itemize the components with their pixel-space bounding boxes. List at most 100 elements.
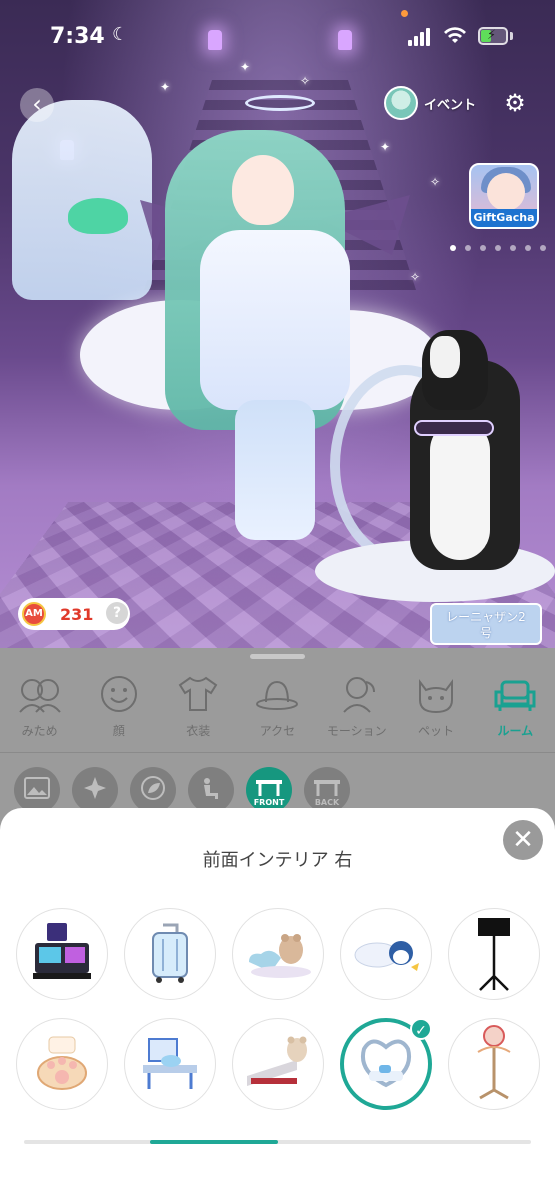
heart-cushion-teddy-icon [241, 922, 315, 986]
scroll-thumb[interactable] [150, 1140, 278, 1144]
toolbar-divider [0, 752, 555, 753]
picture-icon [24, 777, 50, 803]
leaf-icon [140, 775, 166, 805]
category-tab-faces[interactable]: みため [0, 672, 79, 750]
category-tab-smile[interactable]: 顔 [79, 672, 158, 750]
battery-icon: ⚡ [478, 27, 508, 45]
interior-item[interactable] [340, 908, 432, 1000]
cellular-signal-icon [408, 28, 432, 46]
event-button[interactable]: イベント [384, 86, 476, 120]
gift-gacha-label: GiftGacha [471, 209, 537, 227]
category-tab-hat[interactable]: アクセ [238, 672, 317, 750]
shirt-icon [159, 672, 238, 716]
currency-display: AM 231 ? [18, 598, 130, 630]
room-subcategory-tabs: FRONT BACK [14, 767, 350, 813]
panel-grip-handle[interactable] [250, 654, 305, 659]
blue-desk-icon [135, 1027, 205, 1101]
interior-item[interactable] [124, 908, 216, 1000]
category-label: みため [21, 724, 58, 738]
smile-icon [79, 672, 158, 716]
subtab-picture[interactable] [14, 767, 60, 813]
back-button[interactable]: ‹ [20, 88, 54, 122]
subtab-table-back[interactable]: BACK [304, 767, 350, 813]
interior-item[interactable] [124, 1018, 216, 1110]
subtab-tag: FRONT [253, 798, 285, 807]
teddy-bench-icon [241, 1032, 315, 1096]
interior-item[interactable] [232, 908, 324, 1000]
cat-icon [396, 672, 475, 716]
sheet-title: 前面インテリア 右 [202, 850, 353, 871]
category-label: 顔 [112, 724, 125, 738]
help-button[interactable]: ? [106, 602, 128, 624]
gift-gacha-banner[interactable]: GiftGacha [469, 163, 539, 229]
subtab-chair[interactable] [188, 767, 234, 813]
avatar-dress [200, 230, 350, 410]
sofa-icon [476, 672, 555, 716]
faces-icon [0, 672, 79, 716]
heart-vanity-icon [351, 1027, 421, 1101]
sparkle: ✦ [160, 80, 171, 94]
status-time: 7:34 [50, 24, 105, 49]
dog-collar [414, 420, 494, 436]
banner-page-dots [450, 245, 555, 251]
dog-muzzle [430, 336, 460, 378]
interior-item[interactable] [448, 908, 540, 1000]
category-label: ペット [418, 724, 455, 738]
pose-icon [317, 672, 396, 716]
category-tabs: みため 顔 衣装 アクセ モーション ペット ルーム [0, 672, 555, 750]
privacy-indicator [401, 10, 408, 17]
category-label: アクセ [259, 724, 296, 738]
suitcase-icon [135, 917, 205, 991]
category-tab-pose[interactable]: モーション [317, 672, 396, 750]
event-avatar [384, 86, 418, 120]
close-button[interactable]: ✕ [503, 820, 543, 860]
gear-icon[interactable]: ⚙ [502, 90, 528, 116]
subtab-leaf[interactable] [130, 767, 176, 813]
pet-name-line1: レーニャザン2 [446, 610, 526, 624]
category-label: モーション [326, 724, 387, 738]
pet-name-tag[interactable]: レーニャザン2 号 [430, 603, 542, 645]
coin-icon: AM [22, 602, 46, 626]
gift-character-face [487, 173, 525, 211]
game-console-icon [27, 917, 97, 991]
subtab-table-front[interactable]: FRONT [246, 767, 292, 813]
chair-icon [198, 775, 224, 805]
music-stand-icon [464, 912, 524, 996]
battery-tip [510, 32, 513, 40]
sparkle: ✧ [300, 74, 311, 88]
subtab-sparkle[interactable] [72, 767, 118, 813]
interior-picker-sheet: 前面インテリア 右 ✕ ✓ [0, 808, 555, 1200]
interior-item-grid: ✓ [16, 908, 540, 1110]
avatar-legs [235, 400, 315, 540]
interior-item[interactable]: ✓ [340, 1018, 432, 1110]
interior-item[interactable] [232, 1018, 324, 1110]
penguin-pillow-icon [349, 927, 423, 981]
category-label: 衣装 [186, 724, 211, 738]
green-slime-plush [68, 198, 128, 234]
event-label: イベント [424, 97, 477, 113]
hat-stand-icon [464, 1022, 524, 1106]
sparkle-icon [82, 775, 108, 805]
currency-value: 231 [60, 604, 94, 624]
category-tab-cat[interactable]: ペット [396, 672, 475, 750]
wifi-icon [444, 26, 466, 50]
sparkle: ✧ [430, 175, 441, 189]
moon-icon: ☾ [112, 24, 129, 45]
halo [245, 95, 315, 111]
interior-item[interactable] [16, 1018, 108, 1110]
category-label: ルーム [497, 724, 534, 738]
interior-item[interactable] [16, 908, 108, 1000]
paw-chair-icon [27, 1027, 97, 1101]
subtab-tag: BACK [314, 798, 340, 807]
interior-item[interactable] [448, 1018, 540, 1110]
avatar-face [232, 155, 294, 225]
selected-check-icon: ✓ [410, 1018, 432, 1040]
status-bar: 7:34 ☾ ⚡ [0, 0, 555, 72]
sparkle: ✧ [410, 270, 421, 284]
hat-icon [238, 672, 317, 716]
category-tab-sofa[interactable]: ルーム [476, 672, 555, 750]
category-tab-shirt[interactable]: 衣装 [159, 672, 238, 750]
sparkle: ✦ [380, 140, 391, 154]
pet-name-line2: 号 [479, 626, 492, 640]
dog-chest [430, 420, 490, 560]
